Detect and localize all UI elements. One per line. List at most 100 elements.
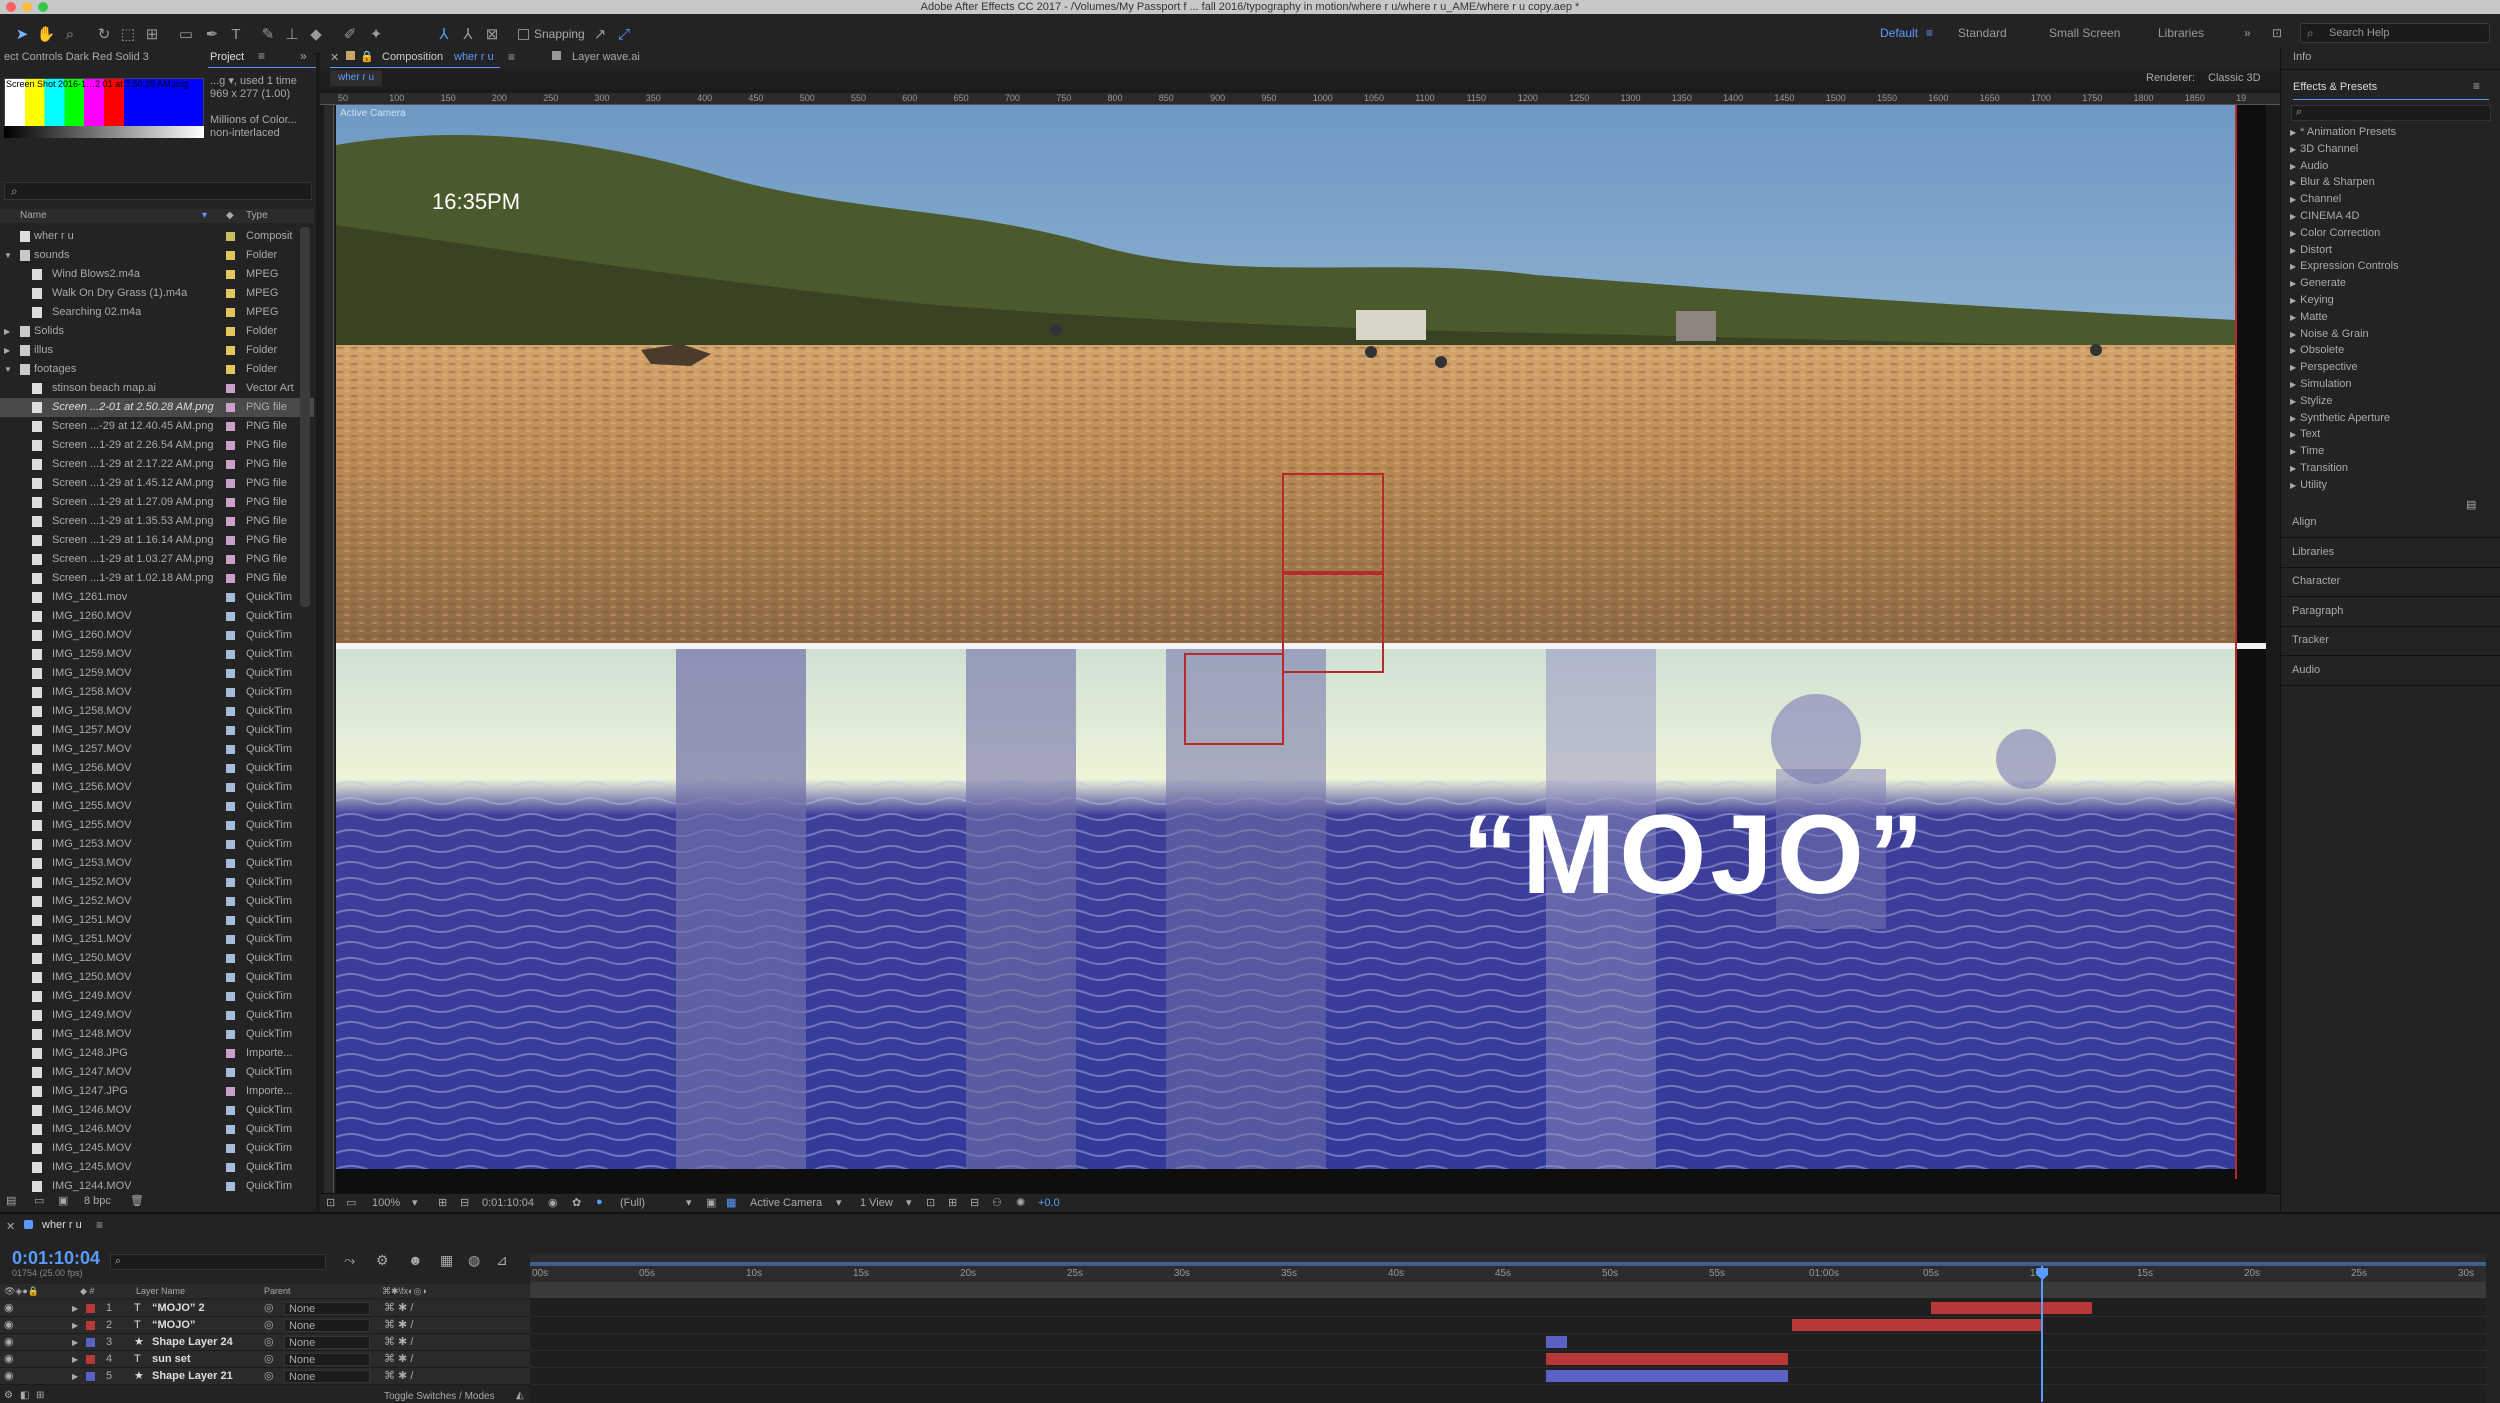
transfer-controls-icon[interactable]: ◧ — [20, 1390, 29, 1401]
hand-tool-icon[interactable]: ✋ — [36, 24, 56, 44]
viewer-timecode[interactable]: 0:01:10:04 — [482, 1197, 534, 1209]
label-swatch[interactable] — [226, 346, 235, 355]
tab-project[interactable]: Project — [210, 51, 244, 63]
layer-duration-bar[interactable] — [1545, 1370, 1788, 1382]
project-item[interactable]: IMG_1246.MOV QuickTim — [0, 1101, 314, 1120]
comp-tab-name[interactable]: wher r u — [454, 51, 494, 63]
collapsed-panel[interactable]: Align — [2292, 516, 2316, 528]
layer-name[interactable]: Shape Layer 24 — [152, 1334, 233, 1351]
timeline-menu-icon[interactable]: ≡ — [96, 1218, 103, 1232]
layer-bounding-box[interactable] — [1282, 473, 1384, 573]
disclosure-icon[interactable]: ▶ — [72, 1351, 78, 1368]
parent-dropdown[interactable]: None — [284, 1353, 370, 1366]
project-item[interactable]: IMG_1255.MOV QuickTim — [0, 816, 314, 835]
timeline-icon[interactable]: ⊟ — [970, 1196, 979, 1209]
region-of-interest-icon[interactable]: ▣ — [706, 1196, 716, 1209]
project-item[interactable]: IMG_1248.MOV QuickTim — [0, 1025, 314, 1044]
label-swatch[interactable] — [86, 1304, 95, 1313]
label-swatch[interactable] — [226, 365, 235, 374]
label-swatch[interactable] — [226, 1182, 235, 1191]
label-swatch[interactable] — [226, 916, 235, 925]
playhead-line[interactable] — [2041, 1266, 2044, 1402]
camera-tool-icon[interactable]: ⬚ — [118, 24, 138, 44]
comp-mini-flowchart-icon[interactable]: ⤳ — [344, 1252, 355, 1269]
collapsed-panel[interactable]: Paragraph — [2292, 605, 2343, 617]
pickwhip-icon[interactable]: ◎ — [264, 1334, 274, 1351]
pickwhip-icon[interactable]: ◎ — [264, 1317, 274, 1334]
project-item[interactable]: IMG_1253.MOV QuickTim — [0, 854, 314, 873]
label-swatch[interactable] — [226, 574, 235, 583]
layer-switches-icons[interactable]: ⌘ ✱ / — [384, 1300, 413, 1317]
chevron-down-icon[interactable]: ▾ — [412, 1196, 418, 1209]
label-swatch[interactable] — [226, 954, 235, 963]
type-tool-icon[interactable]: T — [226, 24, 246, 44]
project-item[interactable]: Screen ...1-29 at 1.45.12 AM.png PNG file — [0, 474, 314, 493]
project-scrollbar[interactable] — [300, 227, 310, 607]
project-item[interactable]: Screen ...2-01 at 2.50.28 AM.png PNG file — [0, 398, 314, 417]
label-swatch[interactable] — [86, 1372, 95, 1381]
layer-duration-bar[interactable] — [1545, 1336, 1568, 1348]
layer-switches-icons[interactable]: ⌘ ✱ / — [384, 1351, 413, 1368]
project-item[interactable]: IMG_1245.MOV QuickTim — [0, 1158, 314, 1177]
search-help-field[interactable]: ⌕ Search Help — [2300, 23, 2490, 43]
project-item[interactable]: IMG_1260.MOV QuickTim — [0, 607, 314, 626]
project-item[interactable]: ▼ footages Folder — [0, 360, 314, 379]
label-swatch[interactable] — [226, 403, 235, 412]
layer-switches-icon[interactable]: ⚙ — [4, 1390, 13, 1401]
label-swatch[interactable] — [226, 593, 235, 602]
label-swatch[interactable] — [226, 973, 235, 982]
effects-category[interactable]: ▶ Distort — [2290, 244, 2332, 256]
label-swatch[interactable] — [226, 422, 235, 431]
label-swatch[interactable] — [226, 783, 235, 792]
axis-world-icon[interactable]: ⅄ — [458, 24, 478, 44]
effects-category[interactable]: ▶ Text — [2290, 428, 2320, 440]
project-item[interactable]: Screen ...1-29 at 1.02.18 AM.png PNG file — [0, 569, 314, 588]
disclosure-icon[interactable]: ▶ — [72, 1368, 78, 1385]
comp-tab-menu-icon[interactable]: ≡ — [508, 50, 515, 64]
axis-local-icon[interactable]: ⅄ — [434, 24, 454, 44]
bpc-label[interactable]: 8 bpc — [84, 1195, 111, 1207]
parent-dropdown[interactable]: None — [284, 1302, 370, 1315]
layer-name[interactable]: Shape Layer 21 — [152, 1368, 233, 1385]
workspace-small-screen[interactable]: Small Screen — [2049, 26, 2120, 40]
layer-row[interactable]: ◉ ▶ 2 T “MOJO” ◎ None ⌘ ✱ / — [0, 1317, 530, 1334]
puppet-tool-icon[interactable]: ✦ — [366, 24, 386, 44]
label-swatch[interactable] — [86, 1321, 95, 1330]
project-search-input[interactable]: ⌕ — [4, 182, 312, 200]
label-swatch[interactable] — [226, 479, 235, 488]
disclosure-icon[interactable]: ▶ — [72, 1334, 78, 1351]
panel-menu-icon[interactable]: ≡ — [258, 49, 265, 63]
timeline-tracks-area[interactable]: 00s 05s 10s 15s 20s 25s 30s 35s 40s 45s 50s 55s 01:0… — [530, 1254, 2486, 1403]
column-name-header[interactable]: Name — [20, 209, 47, 223]
new-bin-icon[interactable]: ▤ — [2466, 498, 2476, 511]
label-swatch[interactable] — [226, 289, 235, 298]
label-swatch[interactable] — [226, 764, 235, 773]
project-item[interactable]: ▶ Solids Folder — [0, 322, 314, 341]
reset-exposure-icon[interactable]: ✺ — [1016, 1196, 1025, 1209]
effects-category[interactable]: ▶ Stylize — [2290, 395, 2333, 407]
project-item[interactable]: Screen ...-29 at 12.40.45 AM.png PNG file — [0, 417, 314, 436]
zoom-dropdown[interactable]: 100% — [372, 1197, 400, 1209]
label-swatch[interactable] — [226, 232, 235, 241]
more-workspaces-icon[interactable]: » — [2244, 26, 2251, 40]
time-ruler[interactable]: 00s 05s 10s 15s 20s 25s 30s 35s 40s 45s 50s 55s 01:0… — [530, 1266, 2486, 1282]
label-swatch[interactable] — [226, 707, 235, 716]
project-item[interactable]: IMG_1252.MOV QuickTim — [0, 873, 314, 892]
label-swatch[interactable] — [226, 612, 235, 621]
expand-panel-icon[interactable]: » — [300, 49, 307, 63]
camera-dropdown[interactable]: Active Camera — [750, 1197, 822, 1209]
grid-icon[interactable]: ⊟ — [460, 1196, 469, 1209]
project-item[interactable]: IMG_1251.MOV QuickTim — [0, 930, 314, 949]
project-item[interactable]: IMG_1245.MOV QuickTim — [0, 1139, 314, 1158]
project-item[interactable]: IMG_1255.MOV QuickTim — [0, 797, 314, 816]
pan-behind-tool-icon[interactable]: ⊞ — [142, 24, 162, 44]
eye-icon[interactable]: ◉ — [4, 1334, 14, 1351]
effects-search-input[interactable]: ⌕ — [2291, 105, 2491, 121]
collapsed-panel[interactable]: Tracker — [2292, 634, 2329, 646]
label-swatch[interactable] — [226, 1087, 235, 1096]
label-swatch[interactable] — [226, 536, 235, 545]
disclosure-icon[interactable]: ▶ — [72, 1300, 78, 1317]
label-swatch[interactable] — [226, 441, 235, 450]
label-swatch[interactable] — [226, 1163, 235, 1172]
label-swatch[interactable] — [226, 1125, 235, 1134]
